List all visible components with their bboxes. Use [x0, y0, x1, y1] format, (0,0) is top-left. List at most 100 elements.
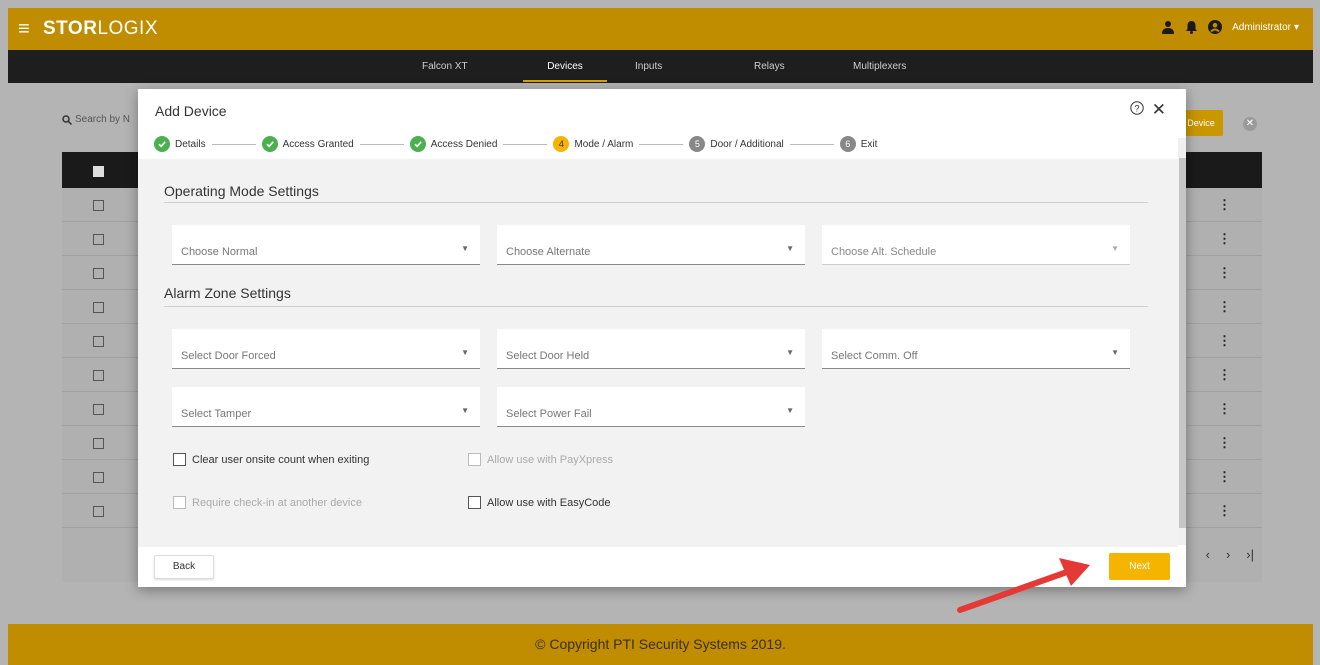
choose-alternate-select[interactable]: Choose Alternate ▼ — [497, 225, 805, 265]
comm-off-select[interactable]: Select Comm. Off ▼ — [822, 329, 1130, 369]
help-icon[interactable]: ? — [1130, 101, 1144, 118]
kebab-menu-icon[interactable]: ⋮ — [1218, 333, 1231, 349]
next-button[interactable]: Next — [1109, 553, 1170, 580]
step-number-badge: 5 — [689, 136, 706, 152]
alarm-zone-title: Alarm Zone Settings — [164, 285, 291, 301]
choose-normal-select[interactable]: Choose Normal ▼ — [172, 225, 480, 265]
kebab-menu-icon[interactable]: ⋮ — [1218, 265, 1231, 281]
step-connector — [211, 143, 256, 145]
power-fail-select[interactable]: Select Power Fail ▼ — [497, 387, 805, 427]
row-checkbox[interactable] — [93, 200, 104, 211]
dropdown-caret-icon: ▼ — [461, 406, 469, 415]
dropdown-caret-icon: ▼ — [461, 348, 469, 357]
tamper-select[interactable]: Select Tamper ▼ — [172, 387, 480, 427]
close-icon[interactable]: ✕ — [1152, 101, 1166, 118]
row-checkbox[interactable] — [93, 234, 104, 245]
clear-onsite-checkbox[interactable]: Clear user onsite count when exiting — [173, 453, 369, 466]
step-1[interactable]: Details — [154, 136, 206, 152]
prev-page-icon[interactable]: ‹ — [1206, 547, 1210, 562]
nav-devices[interactable]: Devices — [523, 50, 607, 82]
step-3[interactable]: Access Denied — [409, 136, 498, 152]
row-checkbox[interactable] — [93, 302, 104, 313]
kebab-menu-icon[interactable]: ⋮ — [1218, 435, 1231, 451]
step-label: Access Granted — [282, 138, 354, 150]
kebab-menu-icon[interactable]: ⋮ — [1218, 367, 1231, 383]
caret-down-icon: ▾ — [1293, 21, 1299, 33]
dialog-body: Operating Mode Settings Choose Normal ▼ C… — [138, 159, 1178, 547]
step-connector — [503, 143, 548, 145]
operating-mode-title: Operating Mode Settings — [164, 183, 319, 199]
nav-inputs[interactable]: Inputs — [635, 50, 662, 83]
door-held-select[interactable]: Select Door Held ▼ — [497, 329, 805, 369]
step-label: Door / Additional — [710, 138, 784, 150]
kebab-menu-icon[interactable]: ⋮ — [1218, 231, 1231, 247]
kebab-menu-icon[interactable]: ⋮ — [1218, 299, 1231, 315]
payxpress-checkbox[interactable]: Allow use with PayXpress — [468, 453, 613, 466]
row-checkbox[interactable] — [93, 370, 104, 381]
row-checkbox[interactable] — [93, 438, 104, 449]
scrollbar[interactable] — [1178, 138, 1186, 545]
account-circle-icon[interactable] — [1208, 20, 1223, 34]
step-2[interactable]: Access Granted — [261, 136, 354, 152]
row-checkbox[interactable] — [93, 336, 104, 347]
stepper: Details Access Granted Access Denied 4 Mode … — [154, 135, 877, 153]
step-label: Access Denied — [430, 138, 498, 150]
check-circle-icon — [154, 136, 170, 152]
pager: ‹ › ›| — [1206, 547, 1254, 562]
step-label: Details — [175, 138, 206, 150]
user-menu[interactable]: Administrator ▾ — [1232, 22, 1299, 33]
nav-relays[interactable]: Relays — [754, 50, 785, 83]
footer: © Copyright PTI Security Systems 2019. — [8, 624, 1313, 665]
require-checkin-checkbox[interactable]: Require check-in at another device — [173, 496, 362, 509]
check-circle-icon — [261, 136, 278, 152]
bell-icon[interactable] — [1185, 20, 1198, 34]
brand-logo: STORLOGIX — [43, 18, 159, 39]
divider — [164, 306, 1148, 307]
dropdown-caret-icon: ▼ — [1111, 244, 1119, 253]
step-4[interactable]: 4 Mode / Alarm — [553, 136, 633, 152]
back-button[interactable]: Back — [154, 555, 214, 579]
easycode-checkbox[interactable]: Allow use with EasyCode — [468, 496, 611, 509]
step-connector — [359, 143, 404, 145]
dropdown-caret-icon: ▼ — [786, 348, 794, 357]
next-page-icon[interactable]: › — [1226, 547, 1230, 562]
kebab-menu-icon[interactable]: ⋮ — [1218, 503, 1231, 519]
nav-bar: Falcon XT Devices Inputs Relays Multiple… — [8, 50, 1313, 83]
nav-multiplexers[interactable]: Multiplexers — [853, 50, 906, 83]
step-connector — [639, 143, 684, 145]
row-checkbox[interactable] — [93, 268, 104, 279]
dialog-title: Add Device — [155, 103, 227, 119]
nav-falcon-xt[interactable]: Falcon XT — [422, 50, 468, 83]
row-checkbox[interactable] — [93, 506, 104, 517]
door-forced-select[interactable]: Select Door Forced ▼ — [172, 329, 480, 369]
search-box[interactable]: Search by N — [62, 114, 130, 125]
dropdown-caret-icon: ▼ — [786, 244, 794, 253]
step-label: Exit — [860, 138, 878, 150]
dropdown-caret-icon: ▼ — [461, 244, 469, 253]
step-6[interactable]: 6 Exit — [839, 136, 878, 152]
choose-alt-schedule-select[interactable]: Choose Alt. Schedule ▼ — [822, 225, 1130, 265]
step-number-badge: 6 — [839, 136, 856, 152]
svg-text:?: ? — [1134, 104, 1139, 114]
dropdown-caret-icon: ▼ — [786, 406, 794, 415]
clear-icon[interactable]: ✕ — [1243, 117, 1257, 131]
step-5[interactable]: 5 Door / Additional — [689, 136, 784, 152]
annotation-arrow-icon — [957, 558, 1090, 613]
divider — [164, 202, 1148, 203]
last-page-icon[interactable]: ›| — [1246, 547, 1254, 562]
step-connector — [789, 143, 834, 145]
select-all-checkbox[interactable] — [93, 166, 104, 177]
add-device-dialog: Add Device ? ✕ Details Access Granted Acce… — [138, 89, 1186, 587]
user-icon[interactable] — [1161, 20, 1175, 34]
dropdown-caret-icon: ▼ — [1111, 348, 1119, 357]
kebab-menu-icon[interactable]: ⋮ — [1218, 469, 1231, 485]
menu-icon[interactable]: ≡ — [18, 19, 38, 39]
kebab-menu-icon[interactable]: ⋮ — [1218, 401, 1231, 417]
step-label: Mode / Alarm — [574, 138, 634, 150]
search-icon — [62, 114, 72, 125]
row-checkbox[interactable] — [93, 404, 104, 415]
row-checkbox[interactable] — [93, 472, 104, 483]
scrollbar-thumb[interactable] — [1179, 158, 1186, 528]
top-bar: ≡ STORLOGIX Administrator ▾ — [8, 8, 1313, 50]
kebab-menu-icon[interactable]: ⋮ — [1218, 197, 1231, 213]
